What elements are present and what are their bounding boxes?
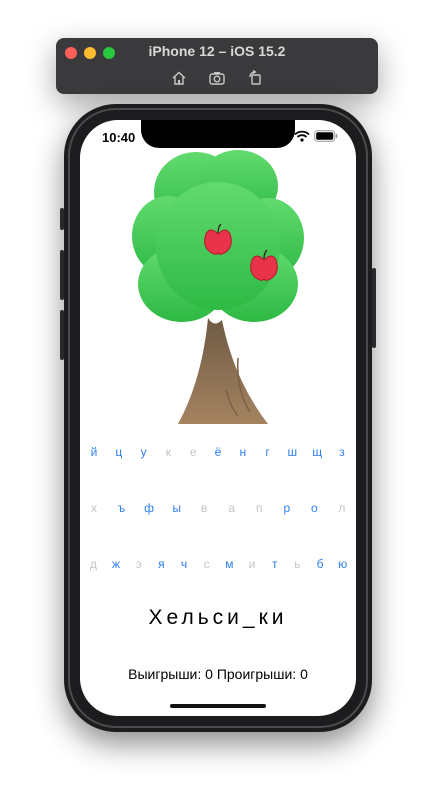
simulator-title-bar: iPhone 12 – iOS 15.2 (56, 38, 378, 94)
letter-key[interactable]: й (82, 442, 106, 462)
keyboard-row-3: джэячсмитьбю (82, 554, 354, 574)
letter-key[interactable]: ж (105, 554, 128, 574)
tree-illustration (132, 150, 304, 424)
letter-key[interactable]: ы (165, 498, 189, 518)
letter-key: ь (294, 557, 301, 571)
letter-key: х (91, 501, 97, 515)
letter-key[interactable]: ё (206, 442, 230, 462)
home-indicator[interactable] (170, 704, 266, 708)
letter-key: с (203, 557, 210, 571)
rotate-icon[interactable] (245, 68, 265, 88)
letter-key: э (135, 557, 142, 571)
volume-down-button[interactable] (60, 310, 64, 360)
letter-key: п (256, 501, 263, 515)
keyboard-row-1: йцук еёнгшщз (82, 442, 354, 462)
letter-key[interactable]: р (275, 498, 299, 518)
letter-key[interactable]: ф (137, 498, 161, 518)
letter-key[interactable]: н (231, 442, 255, 462)
score-label: Выигрыши: 0 Проигрыши: 0 (128, 666, 308, 682)
status-time: 10:40 (102, 130, 136, 145)
letter-key[interactable]: щ (305, 442, 329, 462)
letter-key[interactable]: з (330, 442, 354, 462)
home-icon[interactable] (169, 68, 189, 88)
letter-key[interactable]: ч (173, 554, 196, 574)
letter-key[interactable]: у (132, 442, 156, 462)
screenshot-icon[interactable] (207, 68, 227, 88)
simulator-title: iPhone 12 – iOS 15.2 (148, 43, 286, 59)
letter-key: л (338, 501, 346, 515)
volume-up-button[interactable] (60, 250, 64, 300)
silent-switch (60, 208, 64, 230)
guessed-word: Хельси_ки (148, 606, 288, 629)
letter-key[interactable]: ц (107, 442, 131, 462)
letter-key[interactable]: о (302, 498, 326, 518)
iphone-frame: 10:40 й ц у к е ё н г ш щ з х ъ ф ы в а … (60, 104, 376, 732)
letter-key[interactable]: ш (280, 442, 304, 462)
letter-key: е (189, 445, 197, 459)
power-button[interactable] (372, 268, 376, 348)
letter-key[interactable]: т (263, 554, 286, 574)
status-icons (294, 130, 338, 142)
battery-icon (314, 130, 338, 142)
tree-trunk (178, 318, 268, 424)
letter-key[interactable]: ю (331, 554, 354, 574)
keyboard-row-2: хъфыв а прол (82, 498, 354, 518)
letter-key: в (201, 501, 208, 515)
letter-key[interactable]: м (218, 554, 241, 574)
letter-key[interactable]: я (150, 554, 173, 574)
letter-key: и (248, 557, 256, 571)
notch (141, 120, 295, 148)
letter-key[interactable]: ъ (110, 498, 134, 518)
letter-key: к (165, 445, 172, 459)
letter-key: д (89, 557, 97, 571)
letter-key[interactable]: б (309, 554, 332, 574)
letter-key: а (228, 501, 236, 515)
letter-key[interactable]: г (256, 442, 280, 462)
app-screen: 10:40 й ц у к е ё н г ш щ з х ъ ф ы в а … (80, 120, 356, 716)
wifi-icon (294, 130, 310, 142)
